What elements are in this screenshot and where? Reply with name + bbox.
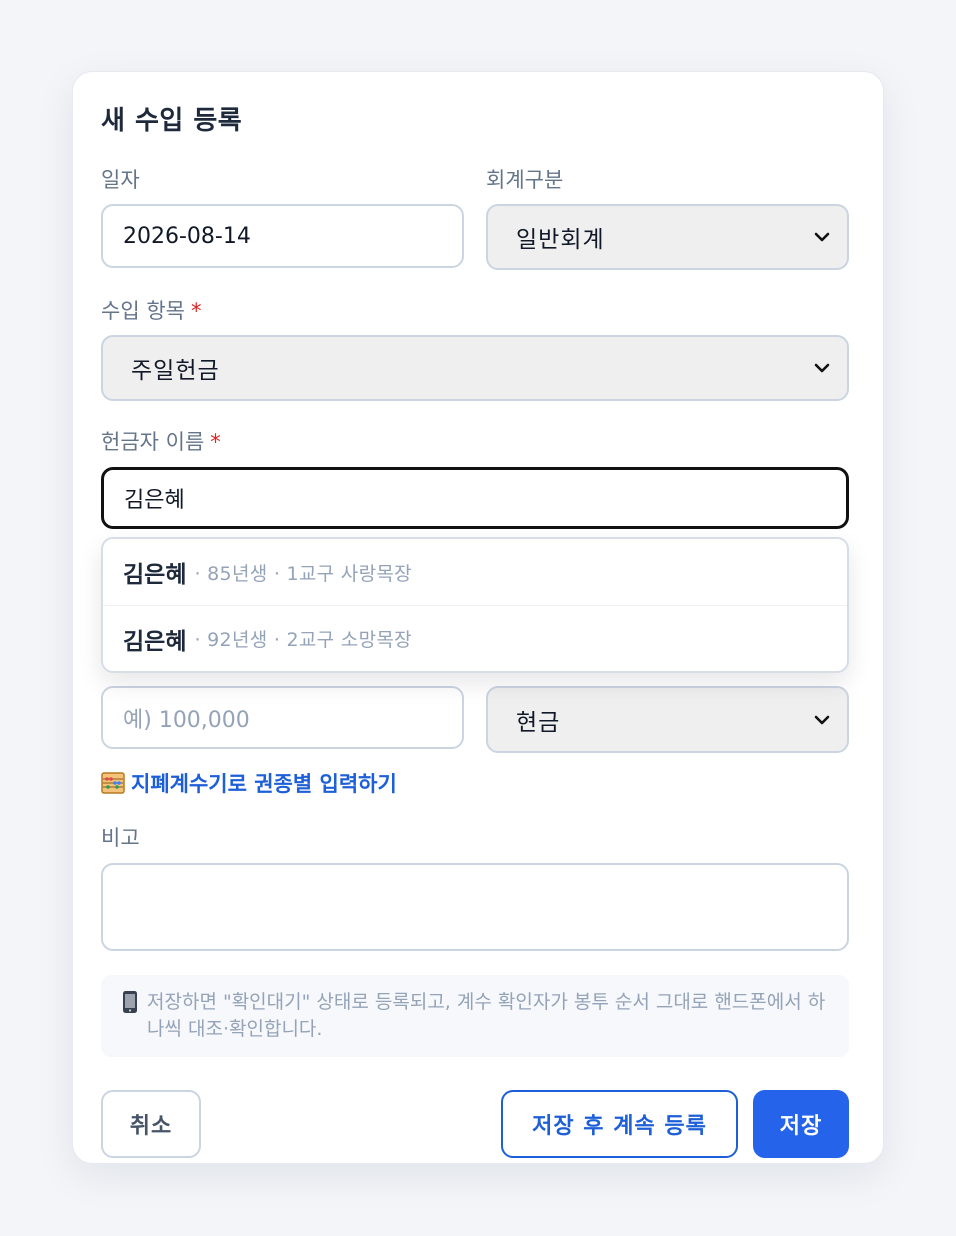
suggestion-name: 김은혜 bbox=[123, 628, 187, 655]
income-item-selected: 주일헌금 bbox=[131, 358, 220, 384]
payment-method-select[interactable]: 현금 bbox=[486, 686, 849, 753]
chevron-down-icon bbox=[814, 715, 830, 724]
account-selected: 일반회계 bbox=[516, 227, 605, 253]
payment-method-selected: 현금 bbox=[516, 709, 561, 736]
income-item-select[interactable]: 주일헌금 bbox=[101, 335, 849, 401]
notice-box: 저장하면 "확인대기" 상태로 등록되고, 계수 확인자가 봉투 순서 그대로 … bbox=[101, 975, 849, 1057]
donor-label-text: 헌금자 이름 bbox=[101, 430, 205, 454]
suggestion-item[interactable]: 김은혜 · 92년생 · 2교구 소망목장 bbox=[103, 605, 847, 671]
memo-label: 비고 bbox=[101, 826, 140, 850]
form-title: 새 수입 등록 bbox=[101, 106, 243, 136]
suggestion-meta: · 92년생 · 2교구 소망목장 bbox=[194, 629, 412, 651]
save-button[interactable]: 저장 bbox=[753, 1090, 849, 1158]
suggestion-item[interactable]: 김은혜 · 85년생 · 1교구 사랑목장 bbox=[103, 539, 847, 605]
chevron-down-icon bbox=[814, 363, 830, 373]
amount-input[interactable]: 예) 100,000 bbox=[101, 686, 464, 749]
donor-name-input[interactable]: 김은혜 bbox=[101, 467, 849, 529]
chevron-down-icon bbox=[814, 232, 830, 242]
donor-label: 헌금자 이름 * bbox=[101, 426, 221, 456]
donor-name-value: 김은혜 bbox=[124, 488, 185, 513]
save-and-continue-button[interactable]: 저장 후 계속 등록 bbox=[501, 1090, 738, 1158]
suggestion-name: 김은혜 bbox=[123, 562, 187, 588]
mobile-phone-icon bbox=[123, 991, 137, 1013]
required-mark: * bbox=[190, 299, 202, 323]
date-label: 일자 bbox=[101, 168, 140, 192]
account-label: 회계구분 bbox=[486, 168, 564, 192]
donor-suggestion-list: 김은혜 · 85년생 · 1교구 사랑목장 김은혜 · 92년생 · 2교구 소… bbox=[101, 537, 849, 673]
suggestion-meta: · 85년생 · 1교구 사랑목장 bbox=[194, 562, 412, 585]
memo-textarea[interactable] bbox=[101, 863, 849, 951]
bill-counter-link[interactable]: 지폐계수기로 권종별 입력하기 bbox=[101, 768, 397, 798]
required-mark: * bbox=[210, 430, 221, 454]
date-value: 2026-08-14 bbox=[123, 223, 251, 249]
income-item-label-text: 수입 항목 bbox=[101, 299, 185, 323]
amount-placeholder: 예) 100,000 bbox=[123, 707, 250, 733]
bill-counter-link-label: 지폐계수기로 권종별 입력하기 bbox=[131, 772, 397, 796]
income-form-card: 새 수입 등록 일자 2026-08-14 회계구분 일반회계 수입 항목 * 주… bbox=[72, 71, 884, 1164]
cancel-button[interactable]: 취소 bbox=[101, 1090, 201, 1158]
account-select[interactable]: 일반회계 bbox=[486, 204, 849, 270]
notice-text: 저장하면 "확인대기" 상태로 등록되고, 계수 확인자가 봉투 순서 그대로 … bbox=[147, 991, 826, 1040]
abacus-icon bbox=[101, 772, 125, 794]
date-input[interactable]: 2026-08-14 bbox=[101, 204, 464, 268]
income-item-label: 수입 항목 * bbox=[101, 295, 201, 325]
